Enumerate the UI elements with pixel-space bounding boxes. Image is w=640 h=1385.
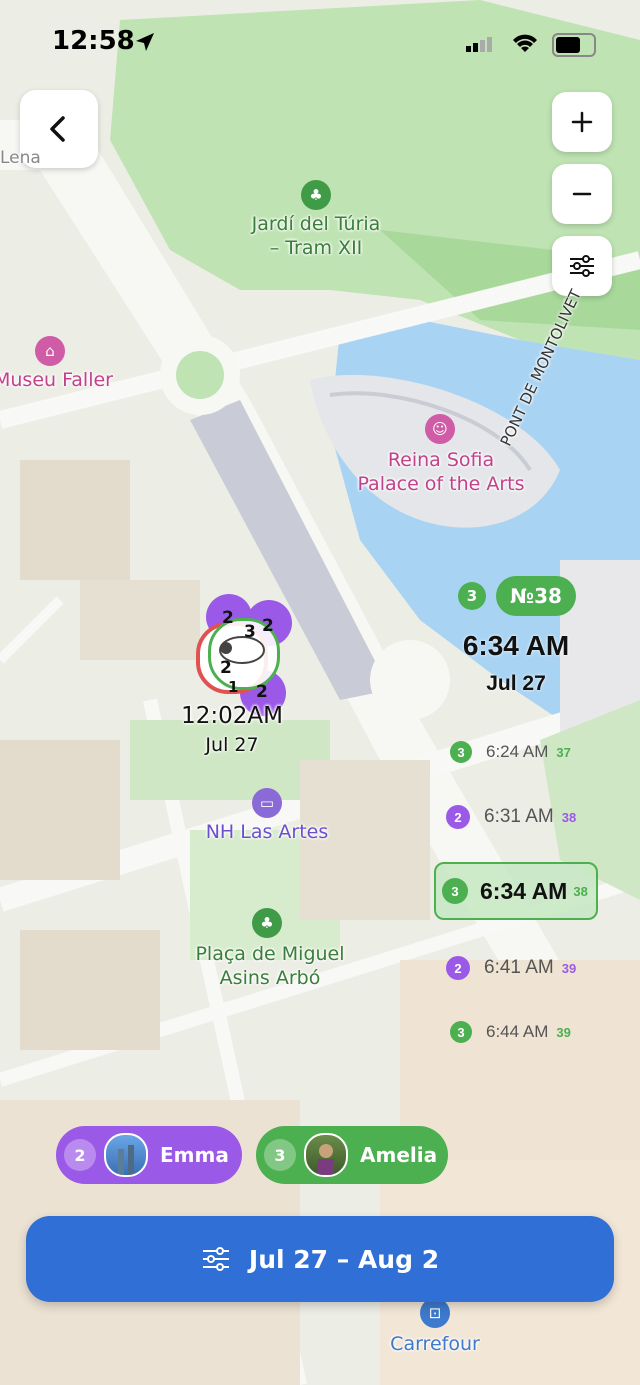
location-arrow-icon [136,33,154,51]
cluster-count: 2 [222,608,234,628]
timeline-item-selected[interactable]: 3 6:34 AM 38 [434,862,598,920]
timeline-item[interactable]: 2 6:31 AM 38 [446,805,576,829]
cluster-time: 12:02AM [181,703,283,729]
partial-label: Lena [0,148,41,168]
cluster-count: 2 [262,616,274,636]
hotel-poi-icon[interactable]: ▭ [252,788,282,818]
status-time: 12:58 [52,26,135,56]
chevron-left-icon [50,116,65,142]
person-count: 2 [64,1139,96,1171]
date-range-button[interactable]: Jul 27 – Aug 2 [26,1216,614,1302]
timeline-number: 39 [556,1024,571,1040]
cluster-date: Jul 27 [205,734,259,756]
cluster-count: 3 [244,622,256,642]
park-poi-icon[interactable]: ♣ [301,180,331,210]
square-label: Plaça de Miguel Asins Arbó [195,943,345,989]
timeline-number: 38 [561,809,577,825]
current-badge: 3 [458,582,486,610]
square-poi-icon[interactable]: ♣ [252,908,282,938]
wifi-icon [513,34,537,52]
battery-icon [552,33,596,57]
avatar [304,1133,348,1177]
timeline-badge: 2 [446,956,470,980]
museum-label: Museu Faller [0,369,113,391]
timeline-number: 39 [561,960,577,976]
store-poi-icon[interactable]: ⊡ [420,1298,450,1328]
avatar [104,1133,148,1177]
cluster-count: 2 [256,682,268,702]
park-label: Jardí del Túria – Tram XII [251,213,381,259]
timeline-badge: 3 [442,878,468,904]
timeline-time: 6:41 AM [484,957,554,978]
zoom-in-button[interactable] [552,92,612,152]
timeline-number: 38 [573,883,588,899]
plus-icon [571,111,593,133]
timeline-time: 6:44 AM [486,1022,549,1041]
person-name: Amelia [360,1143,438,1167]
timeline-item[interactable]: 2 6:41 AM 39 [446,956,576,980]
theater-poi-icon[interactable]: ☺ [425,414,455,444]
palace-label: Reina Sofia Palace of the Arts [357,449,525,495]
cellular-signal-icon [466,37,492,52]
person-count: 3 [264,1139,296,1171]
timeline-item[interactable]: 3 6:24 AM 37 [450,741,571,763]
timeline-time: 6:31 AM [484,806,554,827]
timeline-time: 6:34 AM [480,877,568,904]
timeline-badge: 3 [450,1021,472,1043]
person-chip-emma[interactable]: 2 Emma [56,1126,242,1184]
date-range-label: Jul 27 – Aug 2 [248,1244,440,1274]
timeline-item[interactable]: 3 6:44 AM 39 [450,1021,571,1043]
timeline-badge: 3 [450,741,472,763]
cluster-count: 1 [228,678,239,696]
stop-number-chip[interactable]: №38 [496,576,576,616]
current-time: 6:34 AM [462,630,570,661]
current-date: Jul 27 [486,672,546,695]
sliders-icon [202,1247,229,1271]
hotel-label: NH Las Artes [205,821,329,843]
store-label: Carrefour [390,1333,480,1355]
timeline-time: 6:24 AM [486,742,549,761]
minus-icon [572,192,592,196]
timeline-number: 37 [556,744,571,760]
cluster-count: 2 [220,658,232,678]
person-name: Emma [160,1143,229,1167]
person-chip-amelia[interactable]: 3 Amelia [256,1126,448,1184]
timeline-badge: 2 [446,805,470,829]
museum-poi-icon[interactable]: ⌂ [35,336,65,366]
status-bar: 12:58 [0,0,640,88]
location-cluster[interactable]: 2 2 3 2 1 2 [190,592,300,716]
